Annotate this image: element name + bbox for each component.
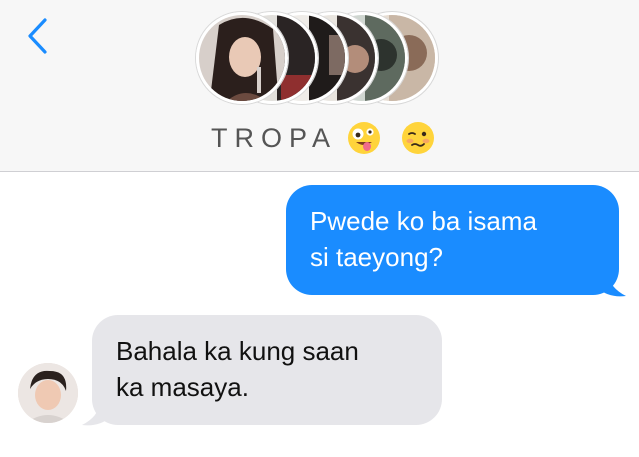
group-title: TROPA <box>210 122 337 153</box>
outgoing-bubble-tail <box>598 274 626 297</box>
back-button[interactable] <box>20 14 54 58</box>
sender-avatar[interactable] <box>18 363 78 423</box>
conversation-header: TROPA <box>0 0 639 172</box>
group-member-avatar <box>196 12 288 104</box>
chevron-left-icon <box>28 18 47 54</box>
outgoing-message-bubble[interactable]: Pwede ko ba isama si taeyong? <box>286 185 619 295</box>
message-text-line: Bahala ka kung saan <box>116 336 359 366</box>
group-avatar-stack[interactable] <box>196 12 446 108</box>
woozy-face-emoji-icon <box>402 122 434 154</box>
message-text-line: si taeyong? <box>310 242 443 272</box>
group-title-row[interactable]: TROPA <box>0 116 639 160</box>
zany-face-emoji-icon <box>348 122 380 154</box>
message-text-line: Pwede ko ba isama <box>310 206 537 236</box>
incoming-message-bubble[interactable]: Bahala ka kung saan ka masaya. <box>92 315 442 425</box>
message-text-line: ka masaya. <box>116 372 249 402</box>
